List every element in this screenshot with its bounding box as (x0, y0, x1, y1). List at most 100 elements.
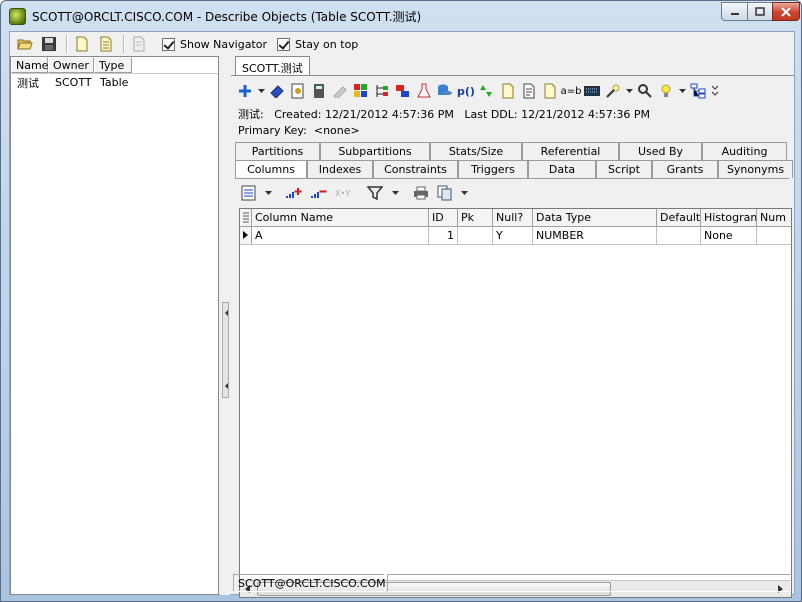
remove-column-button[interactable] (308, 183, 330, 203)
new-document-button[interactable] (71, 34, 93, 54)
splitter[interactable] (220, 56, 230, 595)
header-default[interactable]: Default (657, 209, 701, 227)
header-data-type[interactable]: Data Type (533, 209, 657, 227)
created-label: Created: (274, 108, 322, 121)
cell-data-type[interactable]: NUMBER (533, 227, 657, 245)
filter-button[interactable] (364, 183, 386, 203)
add-button[interactable] (235, 81, 255, 101)
minimize-button[interactable] (721, 2, 748, 21)
navigator-column-owner[interactable]: Owner (48, 57, 94, 73)
toolbar-separator (123, 35, 124, 53)
grid-options-icon (243, 212, 249, 223)
header-column-name[interactable]: Column Name (252, 209, 429, 227)
tab-grants[interactable]: Grants (652, 160, 718, 178)
tab-stats-size[interactable]: Stats/Size (430, 142, 522, 160)
tab-data[interactable]: Data (528, 160, 596, 178)
close-button[interactable] (772, 2, 800, 21)
magic-wand-button[interactable] (603, 81, 623, 101)
copy-document-button[interactable] (95, 34, 117, 54)
document-button[interactable] (498, 81, 518, 101)
filter-dropdown[interactable] (389, 183, 401, 203)
toolbar-overflow-button[interactable] (709, 81, 721, 101)
blank-page-button[interactable] (540, 81, 560, 101)
compare-values-button[interactable]: a=b (561, 81, 582, 101)
stay-on-top-checkbox[interactable]: Stay on top (277, 37, 358, 51)
open-folder-button[interactable] (14, 34, 36, 54)
add-dropdown-button[interactable] (256, 81, 266, 101)
close-icon (781, 6, 791, 17)
idea-dropdown[interactable] (677, 81, 687, 101)
magic-wand-dropdown[interactable] (624, 81, 634, 101)
header-id[interactable]: ID (429, 209, 458, 227)
tab-partitions[interactable]: Partitions (235, 142, 320, 160)
dependencies-button[interactable] (635, 81, 655, 101)
navigator-cell-owner: SCOTT (55, 76, 92, 89)
calculator-icon (314, 84, 324, 98)
idea-button[interactable] (656, 81, 676, 101)
header-num[interactable]: Num (757, 209, 791, 227)
splitter-grip[interactable] (222, 302, 229, 398)
calculator-button[interactable] (309, 81, 329, 101)
show-navigator-checkbox[interactable]: Show Navigator (162, 37, 267, 51)
tree-button[interactable] (372, 81, 392, 101)
cell-pk[interactable] (458, 227, 493, 245)
print-preview-button[interactable] (128, 34, 150, 54)
tab-auditing[interactable]: Auditing (702, 142, 787, 160)
column-list-button[interactable] (239, 183, 259, 203)
primary-key-label: Primary Key: (238, 124, 307, 137)
xy-button[interactable]: X•Y (333, 183, 355, 203)
procedure-button[interactable]: p() (456, 81, 476, 101)
flask-button[interactable] (414, 81, 434, 101)
table-row[interactable]: A 1 Y NUMBER None (240, 227, 791, 245)
tab-subpartitions[interactable]: Subpartitions (320, 142, 430, 160)
header-pk[interactable]: Pk (458, 209, 493, 227)
tab-constraints[interactable]: Constraints (373, 160, 458, 178)
maximize-icon (755, 7, 765, 16)
navigator-column-type[interactable]: Type (94, 57, 132, 73)
add-column-button[interactable] (283, 183, 305, 203)
header-histogram[interactable]: Histogram (701, 209, 757, 227)
cell-id[interactable]: 1 (429, 227, 458, 245)
open-folder-icon (17, 39, 33, 50)
column-list-dropdown[interactable] (262, 183, 274, 203)
table-color-button[interactable] (351, 81, 371, 101)
navigator-row[interactable]: 测试 SCOTT Table (11, 74, 218, 91)
copy-dropdown[interactable] (458, 183, 470, 203)
compare-button[interactable] (393, 81, 413, 101)
database-button[interactable] (435, 81, 455, 101)
cell-column-name[interactable]: A (252, 227, 429, 245)
hierarchy-button[interactable] (688, 81, 708, 101)
cell-num[interactable] (757, 227, 791, 245)
cell-null[interactable]: Y (493, 227, 533, 245)
copy-button[interactable] (435, 183, 455, 203)
tab-triggers[interactable]: Triggers (458, 160, 528, 178)
tab-synonyms[interactable]: Synonyms (718, 160, 793, 178)
keyboard-button[interactable] (582, 81, 602, 101)
chevron-down-icon (257, 88, 265, 93)
splitter-arrows-icon (225, 310, 228, 389)
eraser-icon (270, 85, 284, 98)
cell-default[interactable] (657, 227, 701, 245)
filter-icon (367, 186, 383, 201)
tab-used-by[interactable]: Used By (619, 142, 702, 160)
tab-referential[interactable]: Referential (522, 142, 619, 160)
object-info-line: 测试: Created: 12/21/2012 4:57:36 PM Last … (238, 106, 650, 122)
navigator-column-name[interactable]: Name (11, 57, 48, 73)
save-button[interactable] (38, 34, 60, 54)
document-icon (502, 83, 514, 99)
tab-indexes[interactable]: Indexes (307, 160, 373, 178)
title-bar[interactable]: SCOTT@ORCLT.CISCO.COM - Describe Objects… (1, 1, 801, 31)
sort-button[interactable] (477, 81, 497, 101)
eraser-button[interactable] (267, 81, 287, 101)
script-button[interactable] (288, 81, 308, 101)
cell-histogram[interactable]: None (701, 227, 757, 245)
tab-columns[interactable]: Columns (235, 160, 307, 178)
tab-script[interactable]: Script (596, 160, 652, 178)
disabled-action-button[interactable] (330, 81, 350, 101)
report-button[interactable] (519, 81, 539, 101)
maximize-button[interactable] (747, 2, 773, 21)
print-button[interactable] (410, 183, 432, 203)
document-tab[interactable]: SCOTT.测试 (235, 56, 310, 76)
header-null[interactable]: Null? (493, 209, 533, 227)
xy-disabled-icon: X•Y (335, 189, 350, 198)
